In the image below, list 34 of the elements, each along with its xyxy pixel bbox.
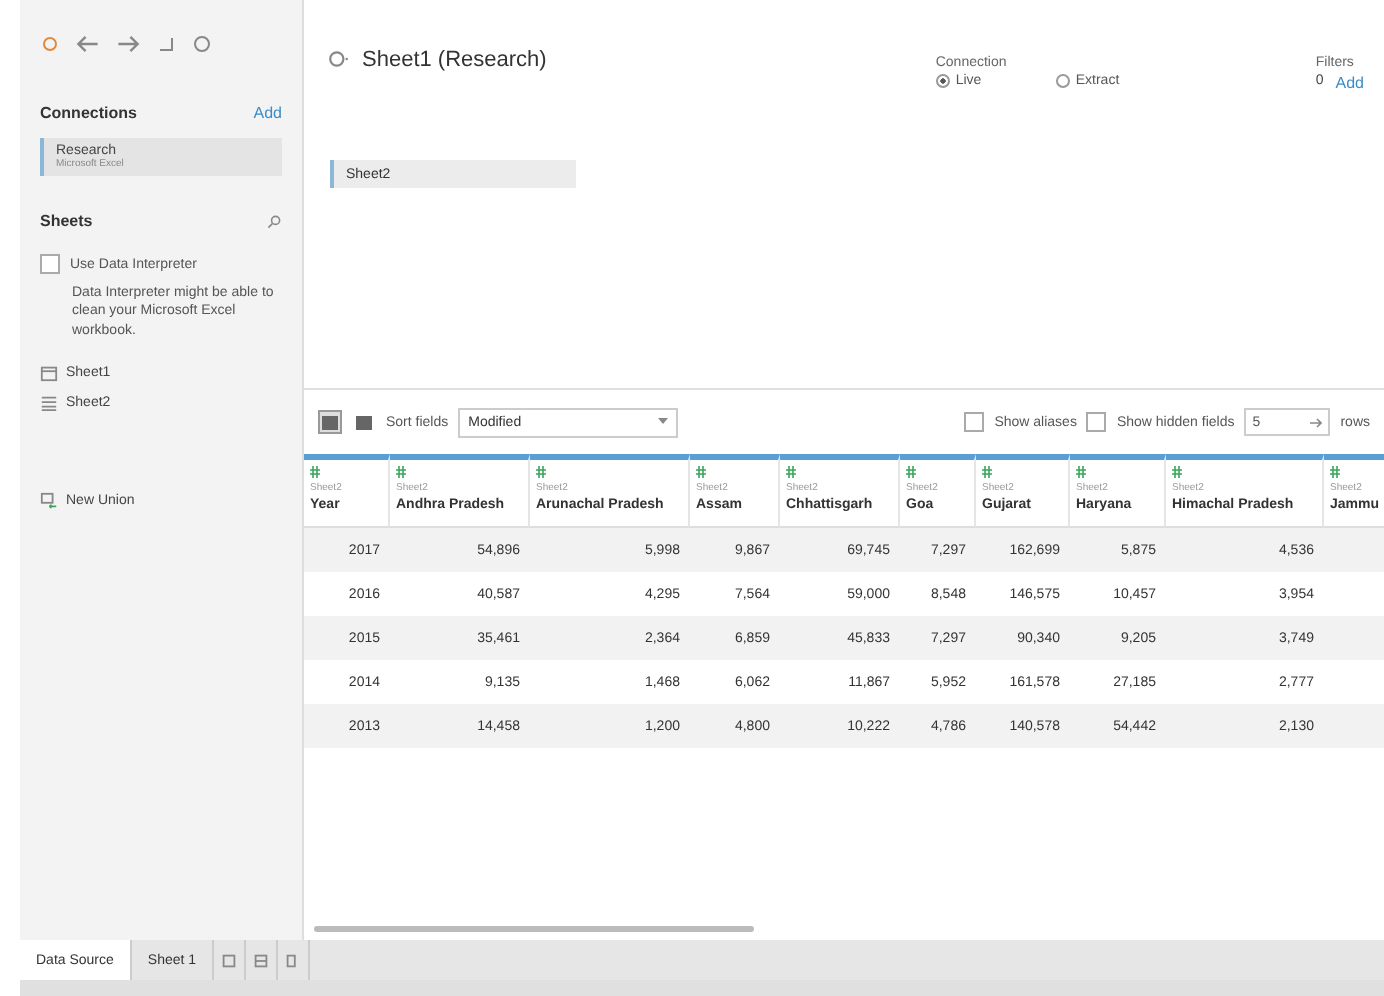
checkbox[interactable]: [1086, 412, 1107, 432]
sheets-heading: Sheets: [40, 212, 93, 230]
radio-button[interactable]: [935, 74, 950, 88]
list-view-button[interactable]: [352, 410, 376, 434]
checkbox[interactable]: [964, 412, 985, 432]
number-type-icon[interactable]: [1172, 466, 1182, 478]
checkbox[interactable]: [40, 254, 60, 274]
new-sheet-icon[interactable]: [220, 951, 239, 969]
scrollbar[interactable]: [314, 926, 754, 932]
new-dashboard-icon[interactable]: [252, 951, 271, 969]
connections-heading: Connections: [40, 104, 137, 122]
grid-view-button[interactable]: [318, 410, 342, 434]
union-icon[interactable]: [40, 492, 58, 511]
radio-button[interactable]: [1055, 74, 1070, 88]
search-icon[interactable]: [266, 213, 282, 229]
number-type-icon[interactable]: [906, 466, 916, 478]
number-type-icon[interactable]: [696, 466, 706, 478]
number-type-icon[interactable]: [786, 466, 796, 478]
logo-icon[interactable]: [40, 34, 60, 54]
back-icon[interactable]: [76, 32, 100, 56]
sheet-icon[interactable]: [40, 364, 58, 383]
number-type-icon[interactable]: [982, 466, 992, 478]
number-type-icon[interactable]: [1330, 466, 1340, 478]
number-type-icon[interactable]: [1076, 466, 1086, 478]
forward-icon[interactable]: [116, 32, 140, 56]
table-icon[interactable]: [40, 394, 58, 413]
datasource-icon[interactable]: [328, 48, 350, 70]
data-source-title: Sheet1 (Research): [362, 48, 547, 72]
caret-icon: [658, 418, 669, 426]
number-type-icon[interactable]: [396, 466, 406, 478]
number-type-icon[interactable]: [536, 466, 546, 478]
arrow-icon: [1310, 417, 1323, 427]
number-type-icon[interactable]: [310, 466, 320, 478]
add-filter-link[interactable]: Add: [1335, 74, 1364, 92]
